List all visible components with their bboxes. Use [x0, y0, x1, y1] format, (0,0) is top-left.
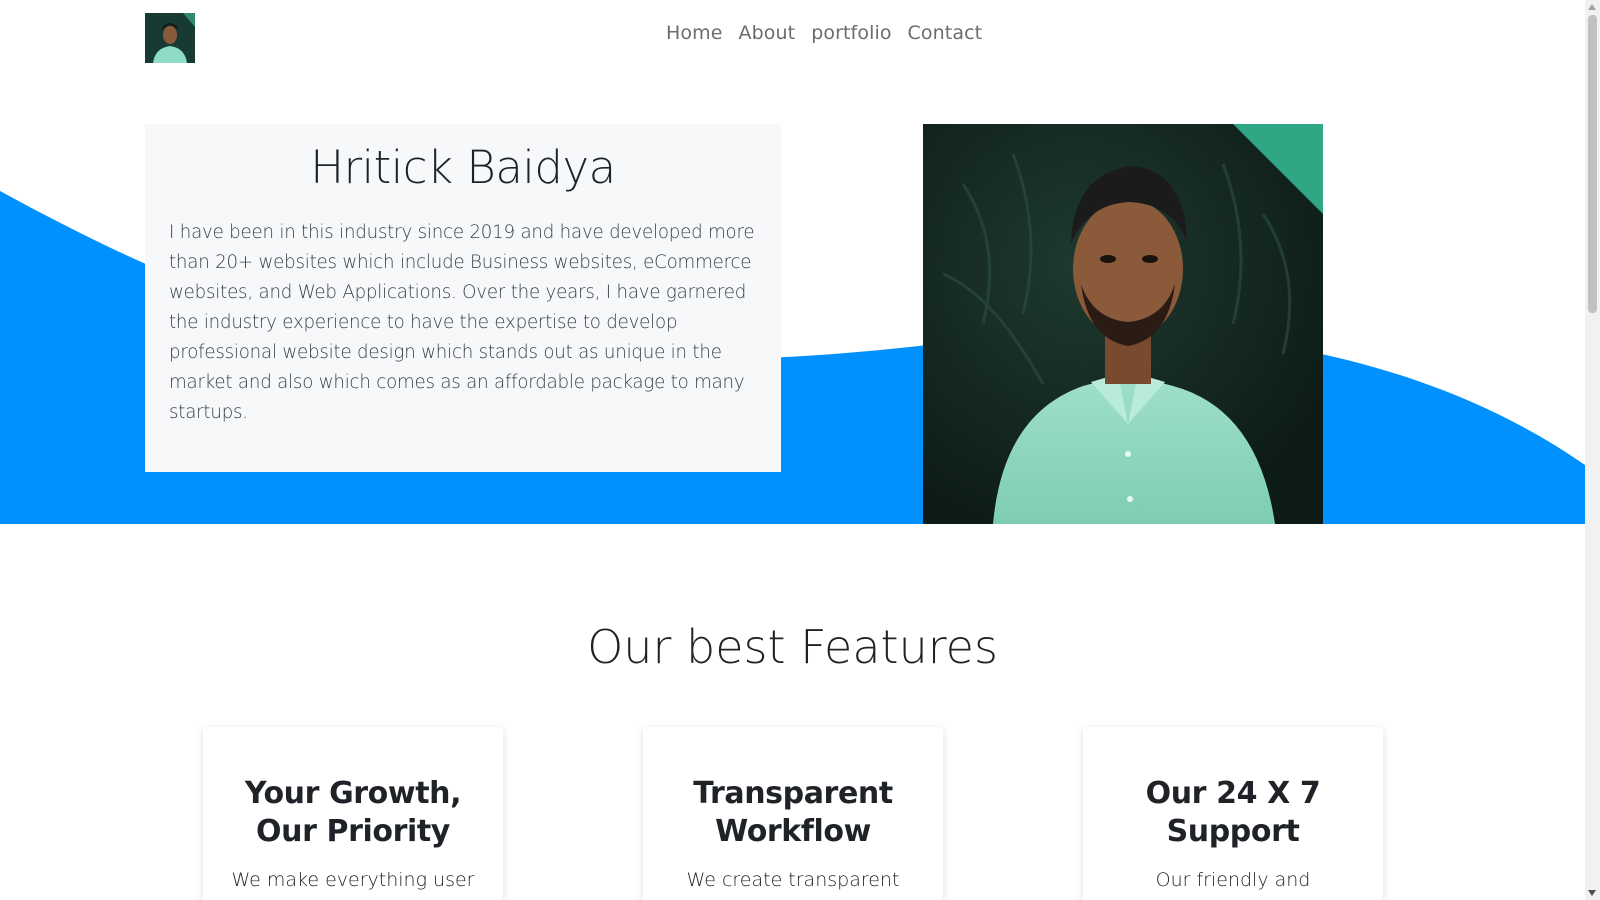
hero-name-heading: Hritick Baidya — [310, 141, 616, 194]
vertical-scrollbar[interactable] — [1585, 0, 1600, 900]
feature-card-text: We make everything user — [231, 869, 475, 891]
nav-home-link[interactable]: Home — [666, 22, 723, 44]
feature-card-title: Our 24 X 7 Support — [1145, 776, 1321, 849]
nav-about-link[interactable]: About — [739, 22, 796, 44]
scrollbar-thumb[interactable] — [1588, 15, 1597, 313]
feature-card-title: Your Growth, Our Priority — [244, 776, 462, 849]
nav-contact-link[interactable]: Contact — [908, 22, 983, 44]
features-heading: Our best Features — [587, 620, 998, 674]
feature-card-support: Our 24 X 7 Support Our friendly and — [1083, 727, 1383, 900]
profile-photo — [923, 124, 1323, 524]
feature-card-growth: Your Growth, Our Priority We make everyt… — [203, 727, 503, 900]
logo-avatar[interactable] — [145, 13, 195, 63]
scroll-down-arrow-icon[interactable] — [1588, 890, 1596, 896]
page: Home About portfolio Contact Hritick Bai… — [0, 0, 1585, 900]
hero-bio-text: I have been in this industry since 2019 … — [169, 222, 755, 423]
about-card: Hritick Baidya I have been in this indus… — [145, 124, 781, 472]
feature-card-workflow: Transparent Workflow We create transpare… — [643, 727, 943, 900]
feature-card-title: Transparent Workflow — [693, 776, 893, 849]
feature-card-text: We create transparent — [686, 869, 900, 891]
scroll-up-arrow-icon[interactable] — [1588, 4, 1596, 10]
nav-portfolio-link[interactable]: portfolio — [811, 22, 891, 44]
main-nav: Home About portfolio Contact — [666, 22, 982, 44]
feature-card-text: Our friendly and — [1155, 869, 1311, 891]
